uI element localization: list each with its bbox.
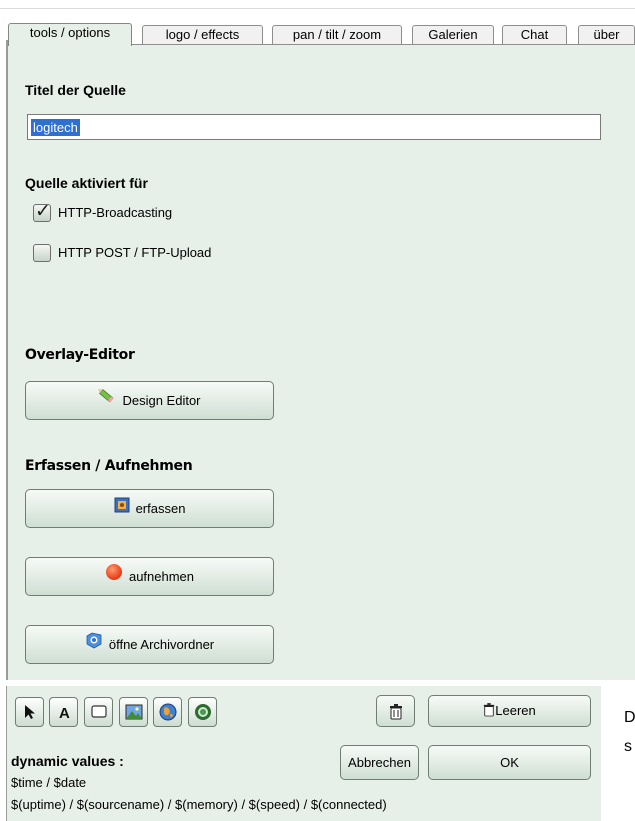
globe-icon (159, 703, 177, 721)
tab-chat[interactable]: Chat (502, 25, 567, 45)
tab-bar: tools / options logo / effects pan / til… (8, 23, 635, 46)
circle-icon (195, 704, 211, 720)
pointer-icon (25, 705, 35, 719)
capture-button[interactable]: erfassen (25, 489, 274, 528)
record-label: aufnehmen (128, 569, 195, 584)
top-divider (0, 8, 635, 9)
cut-off-text-2: s (624, 738, 632, 755)
http-broadcasting-label: HTTP-Broadcasting (58, 205, 173, 220)
ok-button[interactable]: OK (428, 745, 591, 780)
tab-tools-options[interactable]: tools / options (8, 23, 132, 46)
clear-button[interactable]: Leeren (428, 695, 591, 727)
http-post-ftp-checkbox[interactable] (33, 244, 51, 262)
record-button[interactable]: aufnehmen (25, 557, 274, 596)
cut-off-text-1: D (624, 709, 635, 726)
capture-label: erfassen (135, 501, 186, 516)
circle-tool-button[interactable] (188, 697, 217, 727)
delete-object-button[interactable] (376, 695, 415, 727)
image-icon (125, 704, 143, 720)
source-title-value: logitech (31, 119, 80, 136)
tab-galerien[interactable]: Galerien (412, 25, 494, 45)
pencil-icon (98, 382, 116, 419)
http-broadcasting-checkbox[interactable]: ✓ (33, 200, 51, 222)
dynamic-values-heading: dynamic values : (11, 753, 124, 769)
pointer-tool-button[interactable] (15, 697, 44, 727)
clear-label: Leeren (495, 703, 536, 718)
tab-ueber[interactable]: über (578, 25, 635, 45)
image-tool-button[interactable] (119, 697, 148, 727)
camera-icon (114, 490, 130, 527)
trash-icon (389, 703, 402, 720)
globe-tool-button[interactable] (153, 697, 182, 727)
design-editor-button[interactable]: Design Editor (25, 381, 274, 420)
text-icon: A (59, 705, 70, 721)
source-title-label: Titel der Quelle (25, 82, 126, 98)
overlay-editor-heading: Overlay-Editor (25, 347, 135, 363)
capture-record-heading: Erfassen / Aufnehmen (25, 458, 193, 474)
rectangle-tool-button[interactable] (84, 697, 113, 727)
design-editor-label: Design Editor (122, 393, 201, 408)
dynamic-values-list: $(uptime) / $(sourcename) / $(memory) / … (11, 797, 387, 812)
source-title-input[interactable]: logitech (27, 114, 601, 140)
record-icon (105, 558, 123, 595)
tab-pan-tilt-zoom[interactable]: pan / tilt / zoom (272, 25, 402, 45)
rectangle-icon (91, 705, 107, 718)
tab-logo-effects[interactable]: logo / effects (142, 25, 263, 45)
source-activated-label: Quelle aktiviert für (25, 175, 148, 191)
folder-globe-icon (85, 626, 103, 663)
checkmark-icon: ✓ (35, 200, 51, 222)
http-post-ftp-label: HTTP POST / FTP-Upload (58, 245, 212, 260)
open-archive-label: öffne Archivordner (108, 637, 215, 652)
trash-icon (484, 702, 495, 716)
dynamic-values-time-date: $time / $date (11, 775, 87, 790)
text-tool-button[interactable]: A (49, 697, 78, 727)
svg-text:A: A (59, 705, 70, 721)
cancel-button[interactable]: Abbrechen (340, 745, 419, 780)
open-archive-button[interactable]: öffne Archivordner (25, 625, 274, 664)
